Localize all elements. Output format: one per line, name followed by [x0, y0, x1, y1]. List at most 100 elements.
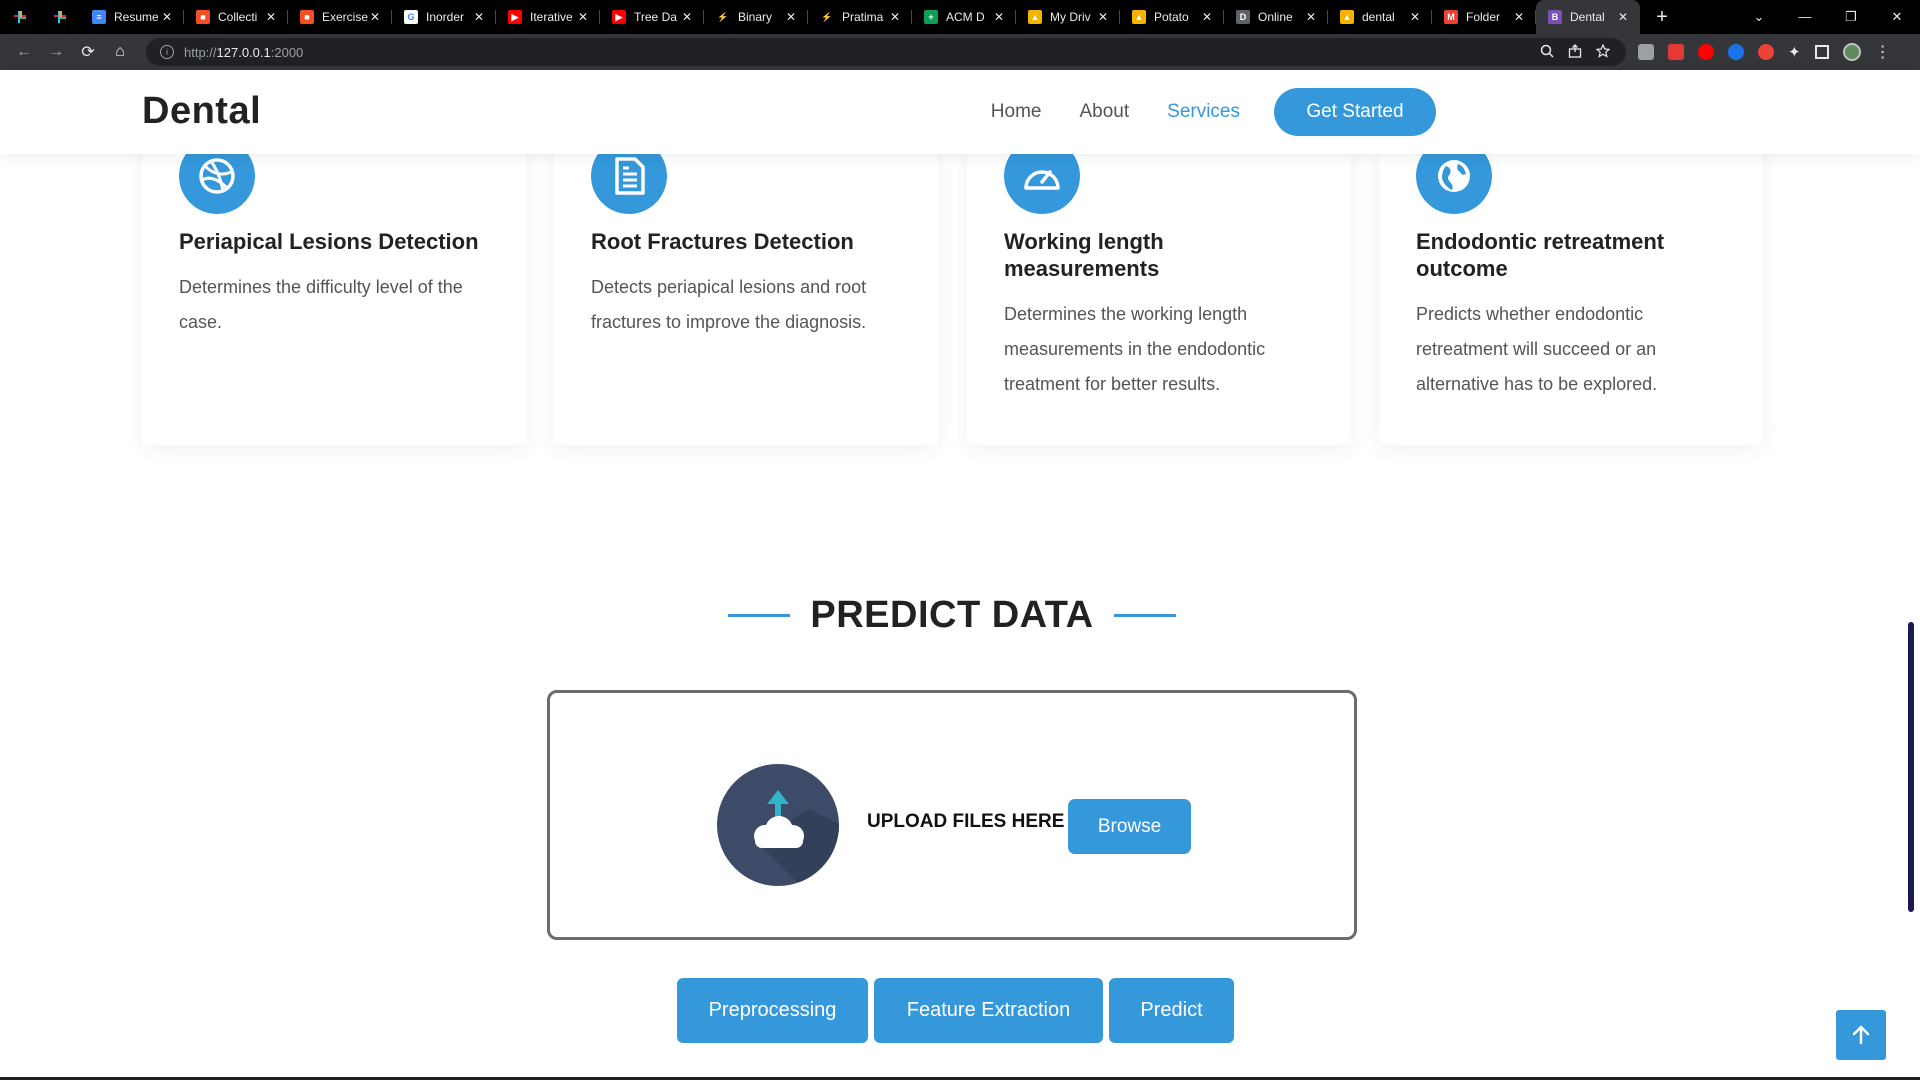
- feature-extraction-button[interactable]: Feature Extraction: [874, 978, 1103, 1043]
- extensions-area: ✦ ⋮: [1638, 42, 1891, 62]
- browser-tab[interactable]: B Dental ✕: [1536, 0, 1640, 34]
- service-card-working-length: Working length measurements Determines t…: [967, 120, 1351, 445]
- browser-tab[interactable]: + ACM D ✕: [912, 0, 1016, 34]
- forward-icon[interactable]: →: [40, 36, 72, 68]
- tab-close-icon[interactable]: ✕: [1514, 10, 1524, 24]
- tab-favicon-icon: M: [1444, 10, 1458, 24]
- tab-title: Dental: [1570, 10, 1605, 24]
- tab-title: Folder: [1466, 10, 1501, 24]
- close-window-button[interactable]: ✕: [1874, 9, 1920, 25]
- cast-extension-icon[interactable]: [1728, 44, 1744, 60]
- youtube-extension-icon[interactable]: [1698, 44, 1714, 60]
- site-logo[interactable]: Dental: [142, 90, 261, 133]
- service-description: Determines the working length measuremen…: [1004, 304, 1266, 394]
- home-icon[interactable]: ⌂: [104, 36, 136, 68]
- service-description: Detects periapical lesions and root frac…: [591, 277, 867, 332]
- tab-close-icon[interactable]: ✕: [1306, 10, 1316, 24]
- tab-title: Pratima: [842, 10, 884, 24]
- service-title: Periapical Lesions Detection: [179, 229, 479, 254]
- tab-favicon-icon: ≡: [92, 10, 106, 24]
- site-info-icon[interactable]: i: [160, 45, 174, 59]
- tab-close-icon[interactable]: ✕: [266, 10, 276, 24]
- zoom-icon[interactable]: [1540, 44, 1554, 61]
- service-card-retreatment: Endodontic retreatment outcome Predicts …: [1379, 120, 1763, 445]
- browser-tab[interactable]: D Online ✕: [1224, 0, 1328, 34]
- reload-icon[interactable]: ⟳: [72, 36, 104, 68]
- tab-close-icon[interactable]: ✕: [474, 10, 484, 24]
- tab-title: Online: [1258, 10, 1293, 24]
- browser-toolbar: ← → ⟳ ⌂ i http://127.0.0.1:2000 ✦ ⋮: [0, 34, 1920, 70]
- address-bar[interactable]: i http://127.0.0.1:2000: [146, 38, 1626, 66]
- browser-tab[interactable]: ▲ dental ✕: [1328, 0, 1432, 34]
- tab-title: Binary: [738, 10, 773, 24]
- pdf-extension-icon[interactable]: [1668, 44, 1684, 60]
- puzzle-icon[interactable]: ✦: [1788, 43, 1801, 61]
- upload-label: UPLOAD FILES HERE: [867, 811, 1065, 832]
- browser-tab[interactable]: ▲ My Driv ✕: [1016, 0, 1120, 34]
- tab-close-icon[interactable]: ✕: [370, 10, 380, 24]
- tab-close-icon[interactable]: ✕: [1202, 10, 1212, 24]
- window-controls: ⌄ — ❐ ✕: [1736, 9, 1920, 25]
- tab-favicon-icon: ⚡: [716, 10, 730, 24]
- browser-tab[interactable]: G Inorder ✕: [392, 0, 496, 34]
- browser-tab[interactable]: ▶ Tree Da ✕: [600, 0, 704, 34]
- browser-tab[interactable]: ▲ Potato ✕: [1120, 0, 1224, 34]
- browser-tab[interactable]: ⚡ Pratima ✕: [808, 0, 912, 34]
- service-description: Predicts whether endodontic retreatment …: [1416, 304, 1658, 394]
- tab-close-icon[interactable]: ✕: [682, 10, 692, 24]
- tab-close-icon[interactable]: ✕: [890, 10, 900, 24]
- tab-favicon-icon: G: [404, 10, 418, 24]
- browser-tab[interactable]: ■ Exercise ✕: [288, 0, 392, 34]
- tab-title: Tree Da: [634, 10, 677, 24]
- tab-search-icon[interactable]: ⌄: [1736, 9, 1782, 25]
- main-nav: Home About Services Get Started: [953, 70, 1436, 154]
- tab-title: Exercise: [322, 10, 368, 24]
- browser-tab[interactable]: ⚡ Binary ✕: [704, 0, 808, 34]
- menu-kebab-icon[interactable]: ⋮: [1875, 42, 1891, 62]
- profile-avatar[interactable]: [1842, 43, 1861, 61]
- preprocessing-button[interactable]: Preprocessing: [677, 978, 868, 1043]
- tab-favicon-icon: ▲: [1340, 10, 1354, 24]
- title-line-left: [728, 614, 791, 617]
- tab-close-icon[interactable]: ✕: [1098, 10, 1108, 24]
- back-icon[interactable]: ←: [8, 36, 40, 68]
- tab-close-icon[interactable]: ✕: [578, 10, 588, 24]
- upload-dropzone[interactable]: UPLOAD FILES HERE Browse: [547, 690, 1357, 940]
- tab-close-icon[interactable]: ✕: [162, 10, 172, 24]
- service-title: Root Fractures Detection: [591, 229, 854, 254]
- nav-services[interactable]: Services: [1167, 101, 1240, 123]
- tab-title: dental: [1362, 10, 1395, 24]
- browse-button[interactable]: Browse: [1068, 799, 1191, 854]
- new-tab-button[interactable]: +: [1640, 0, 1684, 34]
- browser-tab[interactable]: ≡ Resume ✕: [80, 0, 184, 34]
- tab-favicon-icon: ■: [196, 10, 210, 24]
- tab-close-icon[interactable]: ✕: [994, 10, 1004, 24]
- browser-tab-bar: ≡ Resume ✕ ■ Collecti ✕ ■ Exercise ✕ G Inorder ✕ ▶ It…: [0, 0, 1920, 34]
- tab-close-icon[interactable]: ✕: [786, 10, 796, 24]
- restore-button[interactable]: ❐: [1828, 9, 1874, 25]
- service-title: Endodontic retreatment outcome: [1416, 229, 1665, 281]
- title-line-right: [1113, 614, 1176, 617]
- tab-favicon-icon: ▲: [1132, 10, 1146, 24]
- nav-home[interactable]: Home: [991, 101, 1042, 123]
- bookmark-star-icon[interactable]: [1595, 43, 1611, 61]
- nav-about[interactable]: About: [1079, 101, 1129, 123]
- tab-close-icon[interactable]: ✕: [1618, 10, 1628, 24]
- slack-app-icon[interactable]: [0, 0, 40, 34]
- browser-tab[interactable]: ■ Collecti ✕: [184, 0, 288, 34]
- tab-title: Collecti: [218, 10, 258, 24]
- url-port: :2000: [270, 44, 304, 60]
- share-icon[interactable]: [1568, 43, 1582, 61]
- lock-extension-icon[interactable]: [1758, 44, 1774, 60]
- browser-tab[interactable]: ▶ Iterative ✕: [496, 0, 600, 34]
- browser-tab[interactable]: M Folder ✕: [1432, 0, 1536, 34]
- slack-app-icon-2[interactable]: [40, 0, 80, 34]
- predict-button[interactable]: Predict: [1109, 978, 1234, 1043]
- minimize-button[interactable]: —: [1782, 9, 1828, 25]
- get-started-button[interactable]: Get Started: [1274, 88, 1436, 136]
- side-panel-icon[interactable]: [1814, 45, 1829, 59]
- back-to-top-button[interactable]: [1836, 1010, 1886, 1060]
- extension-n-icon[interactable]: [1638, 44, 1654, 60]
- page-scrollbar[interactable]: [1908, 622, 1914, 912]
- tab-close-icon[interactable]: ✕: [1410, 10, 1420, 24]
